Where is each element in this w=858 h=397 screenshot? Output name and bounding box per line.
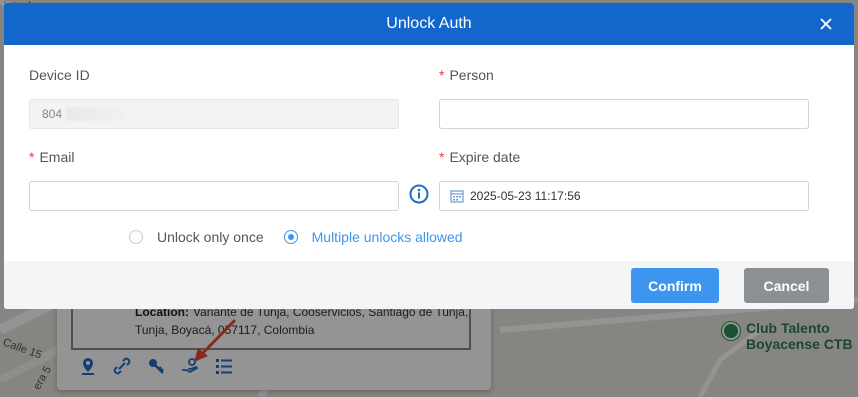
dialog-body: Device ID 804 * Person * Email * Expire dat…	[4, 45, 854, 261]
unlock-auth-dialog: Unlock Auth Device ID 804 * Person * Email…	[4, 3, 854, 309]
cancel-button[interactable]: Cancel	[744, 268, 829, 303]
dialog-header: Unlock Auth	[4, 3, 854, 45]
email-field[interactable]	[29, 181, 399, 211]
radio-multiple-unlocks[interactable]: Multiple unlocks allowed	[283, 229, 463, 245]
dialog-title: Unlock Auth	[386, 15, 472, 32]
email-label-text: Email	[39, 149, 75, 165]
calendar-icon	[450, 190, 464, 203]
email-label: * Email	[29, 149, 74, 165]
required-mark: *	[439, 67, 445, 83]
dialog-footer: Confirm Cancel	[4, 261, 854, 309]
device-id-redacted	[66, 107, 127, 121]
device-id-label: Device ID	[29, 67, 90, 83]
radio-unchecked-icon	[129, 230, 143, 244]
radio-unlock-once[interactable]: Unlock only once	[129, 229, 264, 245]
radio-unlock-once-label: Unlock only once	[157, 229, 264, 245]
required-mark: *	[439, 149, 445, 165]
device-id-value: 804	[42, 107, 63, 121]
person-field[interactable]	[439, 99, 809, 129]
person-label: * Person	[439, 67, 494, 83]
device-id-field: 804	[29, 99, 399, 129]
close-icon[interactable]	[816, 14, 836, 34]
radio-multiple-unlocks-label: Multiple unlocks allowed	[311, 229, 463, 245]
confirm-button[interactable]: Confirm	[631, 268, 719, 303]
expire-date-field[interactable]: 2025-05-23 11:17:56	[439, 181, 809, 211]
expire-date-value: 2025-05-23 11:17:56	[470, 189, 581, 203]
radio-checked-icon	[283, 230, 298, 244]
info-icon[interactable]	[409, 184, 429, 204]
required-mark: *	[29, 149, 35, 165]
expire-date-label: * Expire date	[439, 149, 520, 165]
person-label-text: Person	[449, 67, 494, 83]
unlock-mode-radio-group: Unlock only once Multiple unlocks allowe…	[129, 229, 483, 245]
expire-date-label-text: Expire date	[449, 149, 521, 165]
